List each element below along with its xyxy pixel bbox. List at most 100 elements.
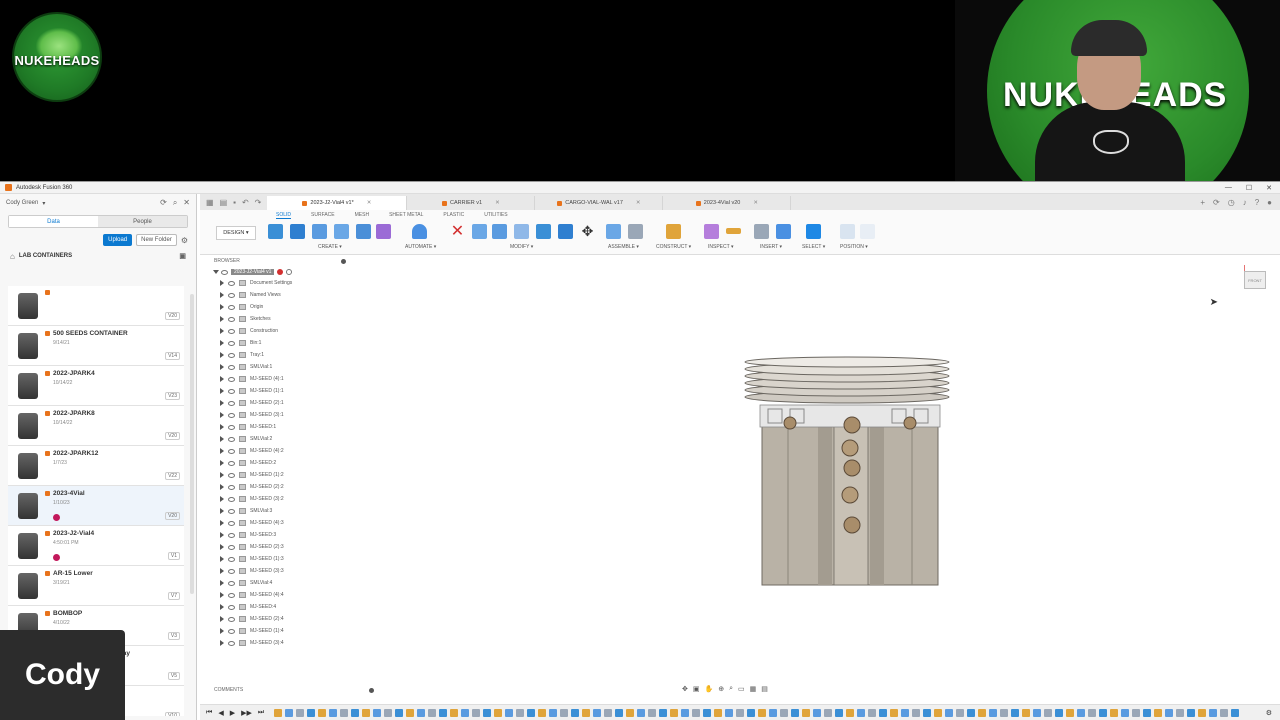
version-badge[interactable]: V23 — [165, 392, 180, 400]
timeline-feature-icon[interactable] — [802, 709, 811, 717]
visibility-icon[interactable] — [228, 388, 235, 394]
timeline-feature-icon[interactable] — [681, 709, 690, 717]
expand-icon[interactable] — [220, 448, 224, 454]
timeline-feature-icon[interactable] — [1209, 709, 1218, 717]
visibility-icon[interactable] — [228, 532, 235, 538]
timeline-feature-icon[interactable] — [417, 709, 426, 717]
visibility-icon[interactable] — [228, 592, 235, 598]
timeline-feature-icon[interactable] — [461, 709, 470, 717]
new-tab-icon[interactable]: + — [1200, 198, 1205, 207]
browser-node[interactable]: MJ-SEED (3):1 — [200, 409, 352, 421]
browser-node[interactable]: MJ-SEED (4):2 — [200, 445, 352, 457]
group-insert[interactable]: INSERT ▾ — [760, 244, 782, 250]
document-tab-label[interactable]: 2023-4Vial v20 — [704, 200, 741, 206]
version-badge[interactable]: V5 — [167, 672, 180, 680]
group-modify[interactable]: MODIFY ▾ — [510, 244, 533, 250]
timeline-feature-icon[interactable] — [1220, 709, 1229, 717]
browser-node[interactable]: MJ-SEED (3):3 — [200, 565, 352, 577]
timeline-feature-icon[interactable] — [1187, 709, 1196, 717]
file-name[interactable]: BOMBOP — [53, 610, 82, 617]
browser-root[interactable]: 2023-J2-Vial4 v1 — [213, 267, 310, 277]
timeline-feature-icon[interactable] — [1165, 709, 1174, 717]
expand-icon[interactable] — [220, 340, 224, 346]
search-icon[interactable]: ⌕ — [173, 198, 177, 208]
version-badge[interactable]: V3 — [167, 632, 180, 640]
close-tab-icon[interactable]: ✕ — [753, 200, 758, 206]
model-vial-holder[interactable] — [742, 355, 962, 595]
display-settings-icon[interactable]: ▭ — [738, 685, 745, 693]
timeline-feature-icon[interactable] — [846, 709, 855, 717]
timeline-feature-icon[interactable] — [670, 709, 679, 717]
timeline-feature-icon[interactable] — [593, 709, 602, 717]
insert-derive-icon[interactable] — [754, 224, 769, 239]
timeline-feature-icon[interactable] — [494, 709, 503, 717]
file-name[interactable]: 2023-4Vial — [53, 490, 85, 497]
timeline-feature-icon[interactable] — [527, 709, 536, 717]
close-icon[interactable]: ✕ — [183, 198, 190, 208]
timeline-feature-icon[interactable] — [483, 709, 492, 717]
activate-icon[interactable] — [277, 269, 284, 275]
expand-icon[interactable] — [220, 304, 224, 310]
create-form-icon[interactable] — [376, 224, 391, 239]
close-tab-icon[interactable]: ✕ — [367, 200, 372, 206]
expand-icon[interactable] — [220, 280, 224, 286]
expand-icon[interactable] — [220, 508, 224, 514]
group-inspect[interactable]: INSPECT ▾ — [708, 244, 733, 250]
expand-icon[interactable] — [220, 520, 224, 526]
target-icon[interactable] — [286, 269, 293, 275]
timeline-feature-icon[interactable] — [758, 709, 767, 717]
document-tab-label[interactable]: 2023-J2-Vial4 v1* — [310, 200, 353, 206]
expand-icon[interactable] — [220, 412, 224, 418]
visibility-icon[interactable] — [228, 412, 235, 418]
timeline-feature-icon[interactable] — [1132, 709, 1141, 717]
file-thumbnail[interactable] — [12, 330, 44, 362]
timeline-feature-icon[interactable] — [406, 709, 415, 717]
timeline-feature-icon[interactable] — [538, 709, 547, 717]
file-item[interactable]: 2022-JPARK8 10/14/22 V20 — [8, 406, 184, 446]
browser-toggle-icon[interactable] — [341, 258, 346, 264]
pan-icon[interactable]: ✋ — [705, 685, 714, 693]
timeline-feature-icon[interactable] — [274, 709, 283, 717]
timeline-feature-icon[interactable] — [934, 709, 943, 717]
expand-icon[interactable] — [220, 592, 224, 598]
file-menu-icon[interactable]: ▤ — [220, 198, 228, 207]
timeline-feature-icon[interactable] — [1044, 709, 1053, 717]
file-thumbnail[interactable] — [12, 490, 44, 522]
expand-icon[interactable] — [220, 484, 224, 490]
home-icon[interactable]: ⌂ — [10, 252, 15, 261]
file-thumbnail[interactable] — [12, 410, 44, 442]
visibility-icon[interactable] — [228, 316, 235, 322]
version-badge[interactable]: V20 — [165, 312, 180, 320]
hole-icon[interactable] — [334, 224, 349, 239]
expand-icon[interactable] — [220, 400, 224, 406]
version-badge[interactable]: V7 — [167, 592, 180, 600]
timeline-feature-icon[interactable] — [692, 709, 701, 717]
shell-icon[interactable] — [514, 224, 529, 239]
scale-icon[interactable] — [558, 224, 573, 239]
timeline-feature-icon[interactable] — [648, 709, 657, 717]
chevron-down-icon[interactable]: ▾ — [42, 200, 45, 207]
document-tab-label[interactable]: CARGO-VIAL-WAL v17 — [565, 200, 623, 206]
timeline-feature-icon[interactable] — [340, 709, 349, 717]
timeline-feature-icon[interactable] — [285, 709, 294, 717]
comments-toggle-icon[interactable] — [369, 687, 375, 693]
visibility-icon[interactable] — [228, 280, 235, 286]
tab-data[interactable]: Data — [9, 216, 98, 227]
pattern-icon[interactable] — [356, 224, 371, 239]
browser-node[interactable]: Named Views — [200, 289, 352, 301]
new-component-icon[interactable] — [606, 224, 621, 239]
browser-node[interactable]: Construction — [200, 325, 352, 337]
timeline-feature-icon[interactable] — [373, 709, 382, 717]
help-icon[interactable]: ? — [1255, 198, 1259, 207]
close-tab-icon[interactable]: ✕ — [636, 200, 641, 206]
timeline-start-icon[interactable]: ⏮ — [206, 709, 212, 717]
browser-node[interactable]: MJ-SEED (1):1 — [200, 385, 352, 397]
timeline-feature-icon[interactable] — [824, 709, 833, 717]
timeline-feature-icon[interactable] — [1077, 709, 1086, 717]
visibility-icon[interactable] — [228, 364, 235, 370]
visibility-icon[interactable] — [228, 448, 235, 454]
viewcube[interactable]: FRONT — [1240, 265, 1268, 293]
timeline-feature-icon[interactable] — [890, 709, 899, 717]
decal-icon[interactable] — [776, 224, 791, 239]
timeline-feature-icon[interactable] — [428, 709, 437, 717]
